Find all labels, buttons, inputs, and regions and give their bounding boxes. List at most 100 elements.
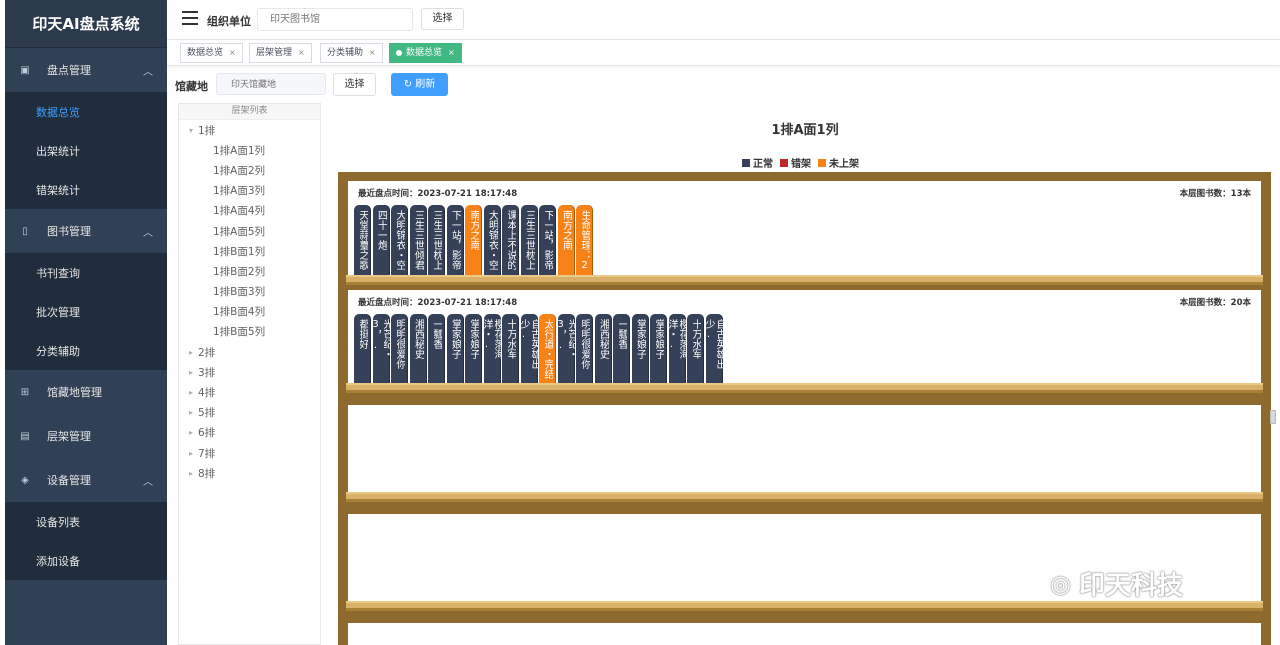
tree-node-column[interactable]: 1排A面5列 [179, 221, 320, 241]
close-icon[interactable]: × [298, 48, 305, 57]
tag-data-overview-active[interactable]: 数据总览 × [389, 43, 462, 63]
book-spine[interactable]: 下一站，影帝 [446, 205, 464, 285]
book-title: 三生三世枕上. [431, 210, 442, 281]
caret-right-icon[interactable]: ▸ [184, 428, 198, 437]
close-icon[interactable]: × [369, 48, 376, 57]
book-spine[interactable]: 天堂蒜薹之歌 [354, 205, 371, 285]
book-spine[interactable]: 南方之南 [557, 205, 575, 285]
tree-node-column[interactable]: 1排A面2列 [179, 160, 320, 180]
menu-book-management[interactable]: ▯ 图书管理 ︿ [5, 209, 167, 253]
close-icon[interactable]: × [448, 48, 455, 57]
close-icon[interactable]: × [229, 48, 236, 57]
tree-node-row[interactable]: ▸ 6排 [179, 423, 320, 443]
tree-node-column[interactable]: 1排A面4列 [179, 201, 320, 221]
book-spine[interactable]: 掌家娘子 [465, 314, 482, 386]
hamburger-icon[interactable] [182, 11, 198, 25]
book-spine[interactable]: 三生三世枕上. [520, 205, 538, 285]
menu-out-shelf-stats[interactable]: 出架统计 [5, 131, 167, 170]
wechat-icon: ◎ [1050, 569, 1071, 598]
book-spine[interactable]: 湘西秘史 [594, 314, 612, 386]
book-spine[interactable]: 四十一炮 [372, 205, 390, 285]
menu-inventory-management[interactable]: ▣ 盘点管理 ︿ [5, 48, 167, 92]
tree-node-row[interactable]: ▸ 7排 [179, 443, 320, 463]
scrollbar-handle[interactable] [1270, 410, 1276, 424]
book-spine[interactable]: 大明锦衣・空. [483, 205, 501, 285]
menu-shelf-management[interactable]: ▤ 层架管理 [5, 414, 167, 458]
book-spine[interactable]: 掌家娘子 [631, 314, 649, 386]
refresh-label: 刷新 [415, 79, 436, 90]
book-spine[interactable]: 光芒纪・3，. [557, 314, 575, 386]
tree-node-column[interactable]: 1排B面4列 [179, 302, 320, 322]
tree-node-column[interactable]: 1排B面2列 [179, 261, 320, 281]
book-title: 南方之南 [468, 210, 479, 250]
book-spine[interactable]: 光芒纪・3，. [372, 314, 390, 386]
menu-label: 馆藏地管理 [47, 386, 102, 399]
book-spine[interactable]: 自古英雄出少. [520, 314, 538, 386]
menu-device-list[interactable]: 设备列表 [5, 502, 167, 541]
tree-node-row[interactable]: ▸ 4排 [179, 382, 320, 402]
menu-book-search[interactable]: 书刊查询 [5, 253, 167, 292]
menu-location-management[interactable]: ⊞ 馆藏地管理 [5, 370, 167, 414]
menu-classification-aid[interactable]: 分类辅助 [5, 331, 167, 370]
caret-down-icon[interactable]: ▾ [184, 126, 198, 135]
caret-right-icon[interactable]: ▸ [184, 388, 198, 397]
tree-node-row[interactable]: ▸ 5排 [179, 403, 320, 423]
book-spine[interactable]: 明明很爱你 [576, 314, 593, 386]
tag-data-overview[interactable]: 数据总览 × [180, 43, 243, 63]
menu-batch-management[interactable]: 批次管理 [5, 292, 167, 331]
tree-node-column[interactable]: 1排B面5列 [179, 322, 320, 342]
book-spine[interactable]: 一瓢香 [613, 314, 630, 386]
menu-label: 设备管理 [47, 474, 91, 487]
org-select-button[interactable]: 选择 [421, 8, 464, 30]
book-spine[interactable]: 生命管理：2 [576, 205, 593, 285]
menu-data-overview[interactable]: 数据总览 [5, 92, 167, 131]
book-spine[interactable]: 南方之南 [465, 205, 482, 285]
tag-classification-aid[interactable]: 分类辅助 × [320, 43, 383, 63]
book-title: 三生三世枕上. [523, 210, 535, 281]
book-title: 十万水军 [690, 319, 701, 359]
book-spine[interactable]: 大明锦衣・空. [391, 205, 408, 285]
caret-right-icon[interactable]: ▸ [184, 348, 198, 357]
book-spine[interactable]: 掌家娘子 [650, 314, 667, 386]
book-spine[interactable]: 下一站，影帝 [539, 205, 556, 285]
book-spine[interactable]: 樱花落海洋・. [483, 314, 501, 386]
book-spine[interactable]: 一瓢香 [428, 314, 445, 386]
book-spine[interactable]: 湘西秘史 [409, 314, 427, 386]
tag-label: 层架管理 [256, 48, 293, 58]
caret-right-icon[interactable]: ▸ [184, 368, 198, 377]
tree-node-column[interactable]: 1排A面3列 [179, 181, 320, 201]
menu-device-management[interactable]: ◈ 设备管理 ︿ [5, 458, 167, 502]
tree-node-row[interactable]: ▸ 3排 [179, 362, 320, 382]
book-spine[interactable]: 十万水军 [502, 314, 519, 386]
book-spine[interactable]: 十万水军 [687, 314, 704, 386]
caret-right-icon[interactable]: ▸ [184, 449, 198, 458]
location-input[interactable] [216, 73, 326, 95]
book-spine[interactable]: 自古英雄出少. [705, 314, 723, 386]
org-input[interactable] [257, 8, 413, 31]
tree-node-row[interactable]: ▸ 8排 [179, 463, 320, 483]
watermark: ◎ 印天科技 [1050, 565, 1183, 602]
book-spine[interactable]: 太行道・完结 [539, 314, 556, 386]
book-spine[interactable]: 三生三世倾君. [409, 205, 427, 285]
book-spine[interactable]: 掌家娘子 [446, 314, 464, 386]
book-spine[interactable]: 都挺好 [354, 314, 371, 386]
tree-node-column[interactable]: 1排B面1列 [179, 241, 320, 261]
tree-node-row[interactable]: ▸ 2排 [179, 342, 320, 362]
book-spine[interactable]: 樱花落海洋・. [668, 314, 686, 386]
caret-right-icon[interactable]: ▸ [184, 408, 198, 417]
caret-right-icon[interactable]: ▸ [184, 469, 198, 478]
book-spine[interactable]: 明明很爱你 [391, 314, 408, 386]
book-spine[interactable]: 课本上不说的. [502, 205, 519, 285]
location-select-button[interactable]: 选择 [333, 73, 376, 96]
menu-misplaced-stats[interactable]: 错架统计 [5, 170, 167, 209]
refresh-button[interactable]: ↻ 刷新 [391, 73, 448, 96]
tree-node-column[interactable]: 1排A面1列 [179, 140, 320, 160]
tree-node-column[interactable]: 1排B面3列 [179, 282, 320, 302]
tag-shelf-management[interactable]: 层架管理 × [249, 43, 312, 63]
tree-node-row-1[interactable]: ▾ 1排 [179, 120, 320, 140]
book-spine[interactable]: 三生三世枕上. [428, 205, 445, 285]
book-title: 四十一炮 [375, 210, 387, 250]
menu-add-device[interactable]: 添加设备 [5, 541, 167, 580]
book-title: 掌家娘子 [653, 319, 664, 359]
menu-label: 盘点管理 [47, 64, 91, 77]
